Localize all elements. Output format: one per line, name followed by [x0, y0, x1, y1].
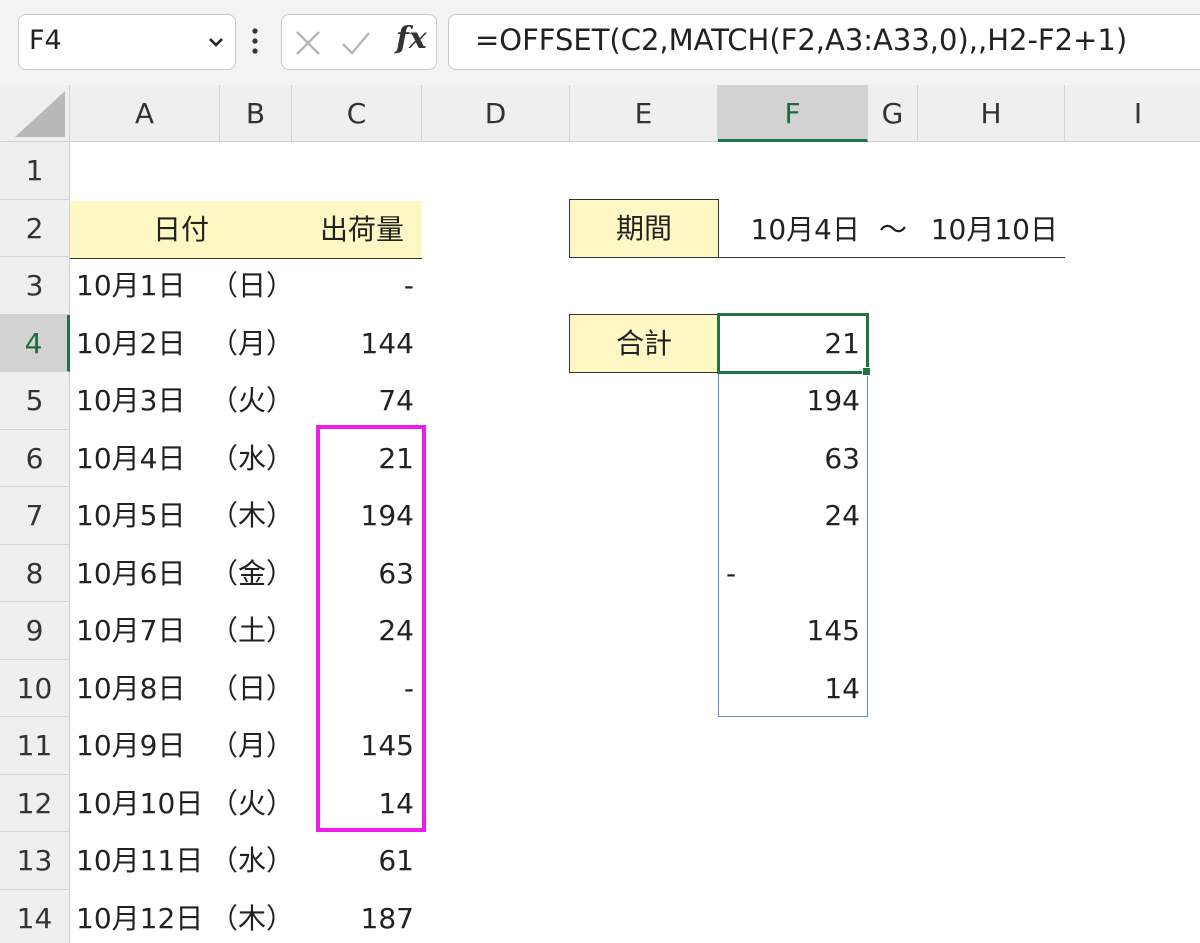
- weekday-cell[interactable]: （月）: [210, 717, 294, 775]
- column-header-g[interactable]: G: [868, 85, 918, 142]
- row-header-1[interactable]: 1: [0, 142, 70, 200]
- weekday-cell[interactable]: （木）: [210, 890, 294, 943]
- row-header-11[interactable]: 11: [0, 717, 70, 775]
- check-icon[interactable]: [340, 27, 372, 59]
- row-header-14[interactable]: 14: [0, 889, 70, 943]
- weekday-cell[interactable]: （水）: [210, 430, 294, 488]
- period-start[interactable]: 10月4日: [720, 201, 868, 258]
- header-date[interactable]: 日付: [70, 201, 292, 258]
- row-header-4[interactable]: 4: [0, 314, 70, 372]
- formula-text: =OFFSET(C2,MATCH(F2,A3:A33,0),,H2-F2+1): [475, 23, 1128, 57]
- weekday-cell[interactable]: （日）: [210, 660, 294, 718]
- weekday-cell[interactable]: （水）: [210, 832, 294, 890]
- weekday-cell[interactable]: （日）: [210, 257, 294, 315]
- select-all-corner[interactable]: [0, 85, 70, 142]
- weekday-cell[interactable]: （金）: [210, 545, 294, 603]
- period-label[interactable]: 期間: [569, 199, 719, 258]
- period-end[interactable]: 10月10日: [918, 201, 1066, 258]
- quantity-cell[interactable]: 74: [292, 372, 422, 430]
- weekday-cell[interactable]: （火）: [210, 775, 294, 833]
- total-value-cell[interactable]: 24: [718, 487, 868, 545]
- date-cell[interactable]: 10月11日: [70, 832, 220, 890]
- header-quantity[interactable]: 出荷量: [292, 201, 422, 258]
- quantity-cell[interactable]: 144: [292, 315, 422, 373]
- weekday-cell[interactable]: （木）: [210, 487, 294, 545]
- total-value-cell[interactable]: 194: [718, 372, 868, 430]
- fill-handle[interactable]: [862, 367, 871, 376]
- row-header-5[interactable]: 5: [0, 372, 70, 430]
- row-header-10[interactable]: 10: [0, 659, 70, 717]
- total-value-cell[interactable]: 145: [718, 602, 868, 660]
- date-cell[interactable]: 10月1日: [70, 257, 220, 315]
- quantity-cell[interactable]: 61: [292, 832, 422, 890]
- name-box-value: F4: [29, 25, 62, 56]
- spreadsheet-grid: ABCDEFGHI 1 2 3 4 5 6 7 8 9 10 11 12 13 14 日付 出荷量 10月…: [0, 85, 1200, 943]
- row-header-12[interactable]: 12: [0, 774, 70, 832]
- total-value-cell[interactable]: 14: [718, 660, 868, 718]
- highlight-box: [316, 425, 426, 832]
- period-underline: [718, 257, 1065, 258]
- column-header-i[interactable]: I: [1065, 85, 1200, 142]
- row-header-3[interactable]: 3: [0, 257, 70, 315]
- weekday-cell[interactable]: （火）: [210, 372, 294, 430]
- row-header-2[interactable]: 2: [0, 199, 70, 257]
- vertical-dots-icon[interactable]: [250, 26, 260, 58]
- formula-bar-area: F4 fx =OFFSET(C2,MATCH(F2,A3:A33,0),,H2-…: [0, 0, 1200, 88]
- date-cell[interactable]: 10月6日: [70, 545, 220, 603]
- date-cell[interactable]: 10月4日: [70, 430, 220, 488]
- row-header-13[interactable]: 13: [0, 832, 70, 890]
- column-header-h[interactable]: H: [918, 85, 1065, 142]
- date-cell[interactable]: 10月2日: [70, 315, 220, 373]
- weekday-cell[interactable]: （土）: [210, 602, 294, 660]
- row-header-7[interactable]: 7: [0, 487, 70, 545]
- weekday-cell[interactable]: （月）: [210, 315, 294, 373]
- date-cell[interactable]: 10月12日: [70, 890, 220, 943]
- date-cell[interactable]: 10月8日: [70, 660, 220, 718]
- period-separator[interactable]: 〜: [868, 201, 918, 258]
- active-cell[interactable]: [717, 313, 869, 374]
- row-header-9[interactable]: 9: [0, 602, 70, 660]
- name-box[interactable]: F4: [18, 14, 236, 70]
- quantity-cell[interactable]: -: [292, 257, 422, 315]
- date-cell[interactable]: 10月10日: [70, 775, 220, 833]
- x-icon[interactable]: [292, 27, 324, 59]
- total-value-cell[interactable]: 63: [718, 430, 868, 488]
- fx-icon[interactable]: fx: [396, 21, 427, 56]
- total-value-cell[interactable]: -: [718, 545, 868, 603]
- formula-buttons: fx: [281, 14, 437, 70]
- row-header-8[interactable]: 8: [0, 544, 70, 602]
- column-header-b[interactable]: B: [220, 85, 292, 142]
- column-header-c[interactable]: C: [292, 85, 422, 142]
- column-header-a[interactable]: A: [70, 85, 220, 142]
- date-cell[interactable]: 10月7日: [70, 602, 220, 660]
- column-header-e[interactable]: E: [570, 85, 718, 142]
- total-label[interactable]: 合計: [569, 314, 719, 373]
- chevron-down-icon[interactable]: [207, 32, 225, 52]
- row-header-6[interactable]: 6: [0, 429, 70, 487]
- column-header-f[interactable]: F: [718, 85, 868, 142]
- date-cell[interactable]: 10月9日: [70, 717, 220, 775]
- date-cell[interactable]: 10月3日: [70, 372, 220, 430]
- date-cell[interactable]: 10月5日: [70, 487, 220, 545]
- formula-input[interactable]: =OFFSET(C2,MATCH(F2,A3:A33,0),,H2-F2+1): [448, 14, 1200, 70]
- quantity-cell[interactable]: 187: [292, 890, 422, 943]
- column-header-d[interactable]: D: [422, 85, 570, 142]
